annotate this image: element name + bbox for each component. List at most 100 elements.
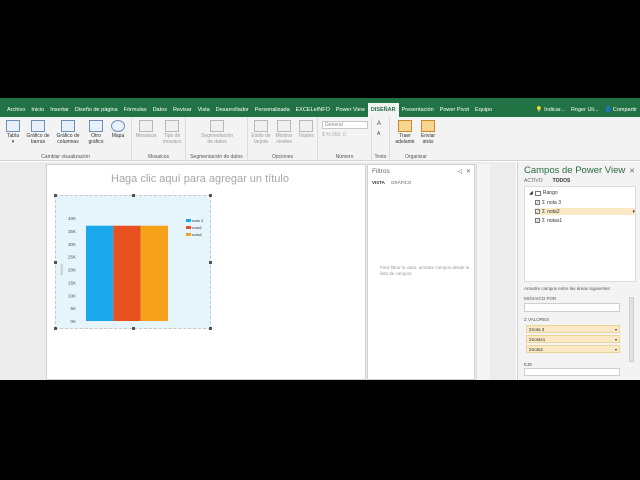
group-cambiar-visualizacion: Tabla ▾ Gráfico de barras Gráfico de col… xyxy=(0,117,132,161)
bar-nota-3[interactable] xyxy=(86,225,114,321)
field-item[interactable]: ✓ Σnotas1 xyxy=(535,217,635,224)
axis-drop-zone[interactable] xyxy=(524,368,620,376)
resize-handle[interactable] xyxy=(209,261,212,264)
ribbon-tab[interactable]: Diseño de página xyxy=(72,103,121,117)
collapse-icon[interactable]: ◁ xyxy=(457,168,462,175)
ribbon-tab[interactable]: Vista xyxy=(195,103,213,117)
title-placeholder[interactable]: Haga clic aquí para agregar un título xyxy=(111,173,289,185)
resize-handle[interactable] xyxy=(54,261,57,264)
ribbon-tab[interactable]: Inicio xyxy=(28,103,47,117)
decrease-font-icon[interactable]: A xyxy=(377,131,380,137)
axis-zone-label: EJE xyxy=(524,362,533,367)
filters-controls: ◁ ✕ xyxy=(457,168,471,175)
tab-activo[interactable]: ACTIVO xyxy=(524,178,543,184)
y-tick-label: 10K xyxy=(68,293,76,298)
resize-handle[interactable] xyxy=(209,194,212,197)
ribbon-tab[interactable]: EXCELeINFO xyxy=(293,103,333,117)
traer-adelante-button[interactable]: Traer adelante xyxy=(394,120,416,145)
ribbon-tab[interactable]: Power Pivot xyxy=(437,103,472,117)
resize-handle[interactable] xyxy=(54,327,57,330)
field-checkbox[interactable]: ✓ xyxy=(535,218,540,223)
grafico-barras-button[interactable]: Gráfico de barras xyxy=(24,120,52,145)
y-tick-label: 20K xyxy=(68,268,76,273)
mosaic-drop-zone[interactable] xyxy=(524,303,620,312)
collapse-triangle-icon[interactable]: ◢ xyxy=(529,190,533,196)
legend-swatch xyxy=(186,233,191,236)
resize-handle[interactable] xyxy=(54,194,57,197)
tab-grafico[interactable]: GRÁFICO xyxy=(391,180,412,185)
group-label-numero: Número xyxy=(335,154,354,160)
resize-handle[interactable] xyxy=(132,194,135,197)
close-icon[interactable]: ✕ xyxy=(466,168,471,175)
chevron-down-icon[interactable]: ▾ xyxy=(615,337,617,342)
resize-handle[interactable] xyxy=(209,327,212,330)
tell-me-box[interactable]: 💡 Indicar... xyxy=(533,103,568,117)
ribbon-tab[interactable]: Fórmulas xyxy=(121,103,150,117)
value-item[interactable]: Σ notas1 ▾ xyxy=(526,335,620,343)
mostrar-niveles-button[interactable]: Mostrar niveles xyxy=(273,120,295,145)
group-label-opciones: Opciones xyxy=(271,154,294,160)
ribbon-tab[interactable]: Revisar xyxy=(170,103,195,117)
table-node[interactable]: ◢ Rango xyxy=(529,190,558,196)
enviar-label-2: atrás xyxy=(422,139,434,145)
ribbon-tab[interactable]: Equipo xyxy=(472,103,495,117)
ribbon-tab[interactable]: DISEÑAR xyxy=(367,103,399,117)
y-tick-label: 40K xyxy=(68,216,76,221)
group-numero: General $ % 000 ,0 Número xyxy=(318,117,372,161)
field-list-scrollbar[interactable] xyxy=(629,297,634,362)
tiles-icon xyxy=(139,120,153,132)
y-tick-label: 5K xyxy=(70,306,76,311)
grafico-columnas-label-2: columnas xyxy=(57,139,79,145)
close-icon[interactable]: ✕ xyxy=(629,167,635,175)
field-checkbox[interactable]: ✓ xyxy=(535,209,540,214)
ribbon-tab[interactable]: Presentación xyxy=(399,103,437,117)
totales-label: Totales xyxy=(298,133,314,139)
bar-nota1[interactable] xyxy=(113,225,141,321)
estilo-tarjeta-button[interactable]: Estilo de tarjeta xyxy=(250,120,272,145)
group-segmentacion: Segmentación de datos Segmentación de da… xyxy=(186,117,248,161)
value-item[interactable]: Σ nota 3 ▾ xyxy=(526,325,620,333)
share-button[interactable]: 👤 Compartir xyxy=(601,103,640,117)
number-format-select[interactable]: General xyxy=(322,121,368,129)
resize-handle[interactable] xyxy=(132,327,135,330)
ribbon-tab[interactable]: Archivo xyxy=(4,103,28,117)
chart-container[interactable]: 0K 5K 10K 15K 20K 25K 30K 35K 40K Notas nota 3 nota… xyxy=(54,194,212,330)
mapa-button[interactable]: Mapa xyxy=(108,120,128,139)
table-grid-icon xyxy=(534,190,541,196)
increase-font-icon[interactable]: A xyxy=(377,121,381,127)
ribbon-tab-list: Archivo Inicio Insertar Diseño de página Fór… xyxy=(4,103,495,117)
totales-button[interactable]: Totales xyxy=(296,120,316,139)
segmentacion-button[interactable]: Segmentación de datos xyxy=(196,120,238,145)
chevron-down-icon[interactable]: ▾ xyxy=(615,327,617,332)
tipo-mosaico-button[interactable]: Tipo de mosaico xyxy=(159,120,185,145)
field-label: nota2 xyxy=(547,208,560,215)
chevron-down-icon[interactable]: ▾ xyxy=(615,347,617,352)
sigma-icon: Σ xyxy=(542,208,546,215)
otro-grafico-button[interactable]: Otro gráfico xyxy=(85,120,107,145)
user-name[interactable]: Roger Uli... xyxy=(568,103,602,117)
field-item[interactable]: ✓ Σnota2 ▾ xyxy=(535,208,635,215)
bar-nota2[interactable] xyxy=(140,225,168,321)
field-checkbox[interactable]: ✓ xyxy=(535,200,540,205)
line-chart-icon xyxy=(89,120,103,132)
canvas-scrollbar[interactable] xyxy=(476,164,490,380)
ribbon-tab[interactable]: Desarrollador xyxy=(213,103,252,117)
tabla-button[interactable]: Tabla ▾ xyxy=(4,120,22,145)
value-label: nota 3 xyxy=(531,326,545,332)
bring-forward-icon xyxy=(398,120,412,132)
value-item[interactable]: Σ nota2 ▾ xyxy=(526,345,620,353)
ribbon-tab[interactable]: Datos xyxy=(150,103,170,117)
grafico-columnas-button[interactable]: Gráfico de columnas xyxy=(53,120,83,145)
report-sheet[interactable]: Haga clic aquí para agregar un título 0K… xyxy=(46,164,366,380)
tell-me-label: Indicar... xyxy=(544,107,565,113)
mosaicos-button[interactable]: Mosaicos xyxy=(134,120,158,139)
column-chart-icon xyxy=(61,120,75,132)
ribbon-tab[interactable]: Power View xyxy=(333,103,368,117)
chevron-down-icon[interactable]: ▾ xyxy=(632,209,635,215)
tab-todos[interactable]: TODOS xyxy=(553,178,571,184)
ribbon-tab[interactable]: Insertar xyxy=(47,103,72,117)
enviar-atras-button[interactable]: Enviar atrás xyxy=(417,120,439,145)
field-item[interactable]: ✓ Σnota 3 xyxy=(535,199,635,206)
ribbon-tab[interactable]: Personalizada xyxy=(252,103,293,117)
tab-vista[interactable]: VISTA xyxy=(372,180,385,185)
